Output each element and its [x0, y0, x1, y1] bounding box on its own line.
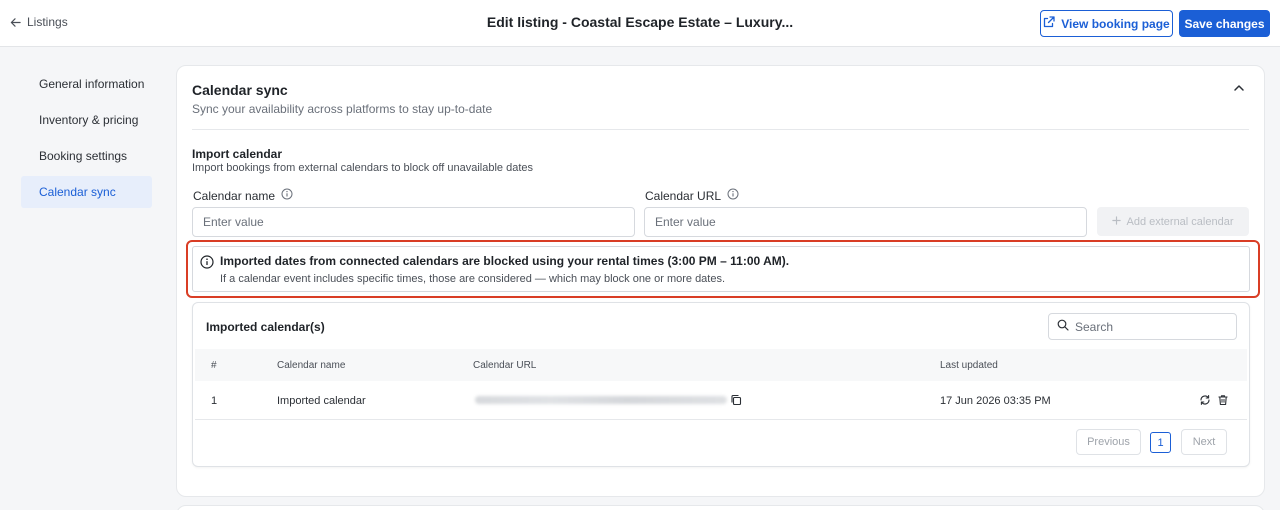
search-placeholder: Search — [1075, 319, 1114, 334]
imported-calendars-table: Imported calendar(s) Search # Calendar n… — [192, 302, 1250, 467]
import-calendar-subtitle: Import bookings from external calendars … — [192, 162, 533, 174]
column-header-calendar-url: Calendar URL — [473, 360, 537, 371]
calendar-name-label: Calendar name — [193, 188, 293, 203]
row-last-updated: 17 Jun 2026 03:35 PM — [940, 395, 1051, 407]
add-external-calendar-label: Add external calendar — [1126, 215, 1234, 228]
info-icon[interactable] — [727, 188, 739, 203]
sidebar-item-inventory-pricing[interactable]: Inventory & pricing — [21, 104, 152, 136]
table-row: 1 Imported calendar 17 Jun 2026 03:35 PM — [195, 382, 1247, 420]
sidebar-item-booking-settings[interactable]: Booking settings — [21, 140, 152, 172]
view-booking-page-label: View booking page — [1061, 16, 1170, 31]
copy-icon[interactable] — [730, 394, 742, 409]
info-circle-icon — [200, 255, 214, 272]
next-section-card — [176, 505, 1265, 510]
calendar-url-input[interactable] — [644, 207, 1087, 237]
calendar-url-label: Calendar URL — [645, 188, 739, 203]
table-header: # Calendar name Calendar URL Last update… — [195, 349, 1247, 381]
row-index: 1 — [211, 395, 218, 407]
section-subtitle: Sync your availability across platforms … — [192, 102, 493, 116]
notice-body: If a calendar event includes specific ti… — [220, 273, 726, 285]
calendar-sync-card: Calendar sync Sync your availability acr… — [176, 65, 1265, 497]
external-link-icon — [1043, 16, 1055, 31]
refresh-icon[interactable] — [1199, 394, 1211, 409]
sidebar-item-calendar-sync[interactable]: Calendar sync — [21, 176, 152, 208]
trash-icon[interactable] — [1217, 394, 1229, 409]
section-divider — [192, 129, 1249, 130]
top-bar: Listings Edit listing - Coastal Escape E… — [0, 0, 1280, 47]
add-external-calendar-button[interactable]: Add external calendar — [1097, 207, 1249, 236]
column-header-calendar-name: Calendar name — [277, 360, 346, 371]
arrow-left-icon — [10, 17, 21, 28]
plus-icon — [1112, 215, 1122, 228]
view-booking-page-button[interactable]: View booking page — [1040, 10, 1173, 37]
rental-times-notice: Imported dates from connected calendars … — [192, 246, 1250, 292]
settings-sidebar: General information Inventory & pricing … — [21, 68, 152, 212]
notice-title: Imported dates from connected calendars … — [220, 254, 790, 268]
calendar-name-input[interactable] — [192, 207, 635, 237]
column-header-last-updated: Last updated — [940, 360, 998, 371]
calendar-name-label-text: Calendar name — [193, 188, 276, 203]
search-input[interactable]: Search — [1048, 313, 1237, 340]
calendar-url-label-text: Calendar URL — [645, 188, 722, 203]
info-icon[interactable] — [281, 188, 293, 203]
chevron-up-icon[interactable] — [1233, 82, 1245, 97]
section-title: Calendar sync — [192, 82, 288, 98]
pagination-next-button[interactable]: Next — [1181, 429, 1227, 455]
pagination-previous-button[interactable]: Previous — [1076, 429, 1141, 455]
back-link[interactable]: Listings — [10, 15, 68, 29]
pagination-page-1[interactable]: 1 — [1150, 432, 1171, 453]
save-changes-button[interactable]: Save changes — [1179, 10, 1270, 37]
row-calendar-name: Imported calendar — [277, 395, 366, 407]
search-icon — [1057, 319, 1069, 334]
sidebar-item-general-information[interactable]: General information — [21, 68, 152, 100]
table-title: Imported calendar(s) — [206, 320, 325, 334]
column-header-index: # — [211, 360, 217, 371]
back-link-label: Listings — [27, 15, 68, 29]
blurred-calendar-url — [475, 396, 727, 404]
import-calendar-title: Import calendar — [192, 147, 283, 161]
